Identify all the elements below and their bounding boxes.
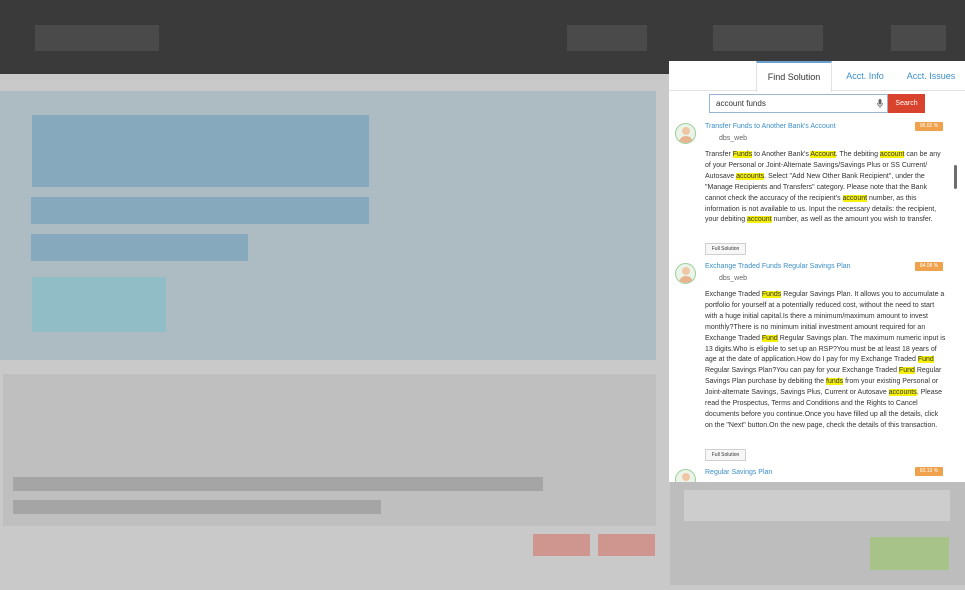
tab-find-solution[interactable]: Find Solution — [756, 61, 832, 92]
search-input[interactable] — [716, 95, 871, 112]
panel-tabs: Find Solution Acct. Info Acct. Issues — [669, 61, 965, 92]
keyword-highlight: account — [842, 194, 868, 202]
search-button[interactable]: Search — [888, 94, 925, 113]
user-avatar-icon — [675, 123, 696, 144]
side-button-placeholder — [870, 537, 949, 570]
side-section — [670, 480, 965, 585]
search-box — [709, 94, 888, 113]
keyword-highlight: funds — [826, 378, 844, 386]
user-avatar-icon — [675, 263, 696, 284]
result-source: dbs_web — [719, 135, 748, 142]
result-title-link[interactable]: Regular Savings Plan — [705, 469, 772, 476]
full-solution-button[interactable]: Full Solution — [705, 449, 746, 461]
content-line-placeholder — [13, 500, 381, 514]
score-badge: 83.13 % — [915, 467, 943, 476]
content-section — [3, 374, 656, 526]
user-avatar-icon — [675, 469, 696, 482]
keyword-highlight: Fund — [761, 334, 778, 342]
full-solution-button[interactable]: Full Solution — [705, 243, 746, 255]
action-button-placeholder — [598, 534, 655, 556]
keyword-highlight: Funds — [761, 291, 782, 298]
hero-line-placeholder — [31, 234, 248, 261]
score-badge: 84.08 % — [915, 262, 943, 271]
keyword-highlight: account — [879, 151, 905, 158]
snippet-text: Regular Savings Plan?You can pay for you… — [705, 367, 899, 375]
hero-section — [0, 91, 656, 360]
result-title-link[interactable]: Exchange Traded Funds Regular Savings Pl… — [705, 263, 851, 270]
hero-button-placeholder — [32, 277, 166, 332]
nav-placeholder-3 — [891, 25, 946, 51]
snippet-text: Exchange Traded — [705, 291, 762, 298]
mic-icon[interactable] — [877, 99, 883, 108]
side-field-placeholder — [684, 490, 950, 521]
keyword-highlight: accounts — [888, 389, 917, 397]
keyword-highlight: Funds — [732, 151, 753, 158]
hero-heading-placeholder — [32, 115, 369, 187]
nav-placeholder-2 — [713, 25, 823, 51]
snippet-text: to Another Bank's — [752, 151, 811, 158]
snippet-text: . The debiting — [835, 151, 880, 158]
nav-placeholder-1 — [567, 25, 647, 51]
snippet-text: Transfer — [705, 151, 733, 158]
tab-acct-info[interactable]: Acct. Info — [839, 61, 891, 91]
hero-line-placeholder — [31, 197, 369, 224]
keyword-highlight: Account — [810, 151, 836, 158]
score-badge: 96.02 % — [915, 122, 943, 131]
keyword-highlight: Fund — [917, 356, 934, 364]
snippet-text: number, as well as the amount you wish t… — [771, 216, 933, 224]
keyword-highlight: accounts — [736, 172, 765, 180]
result-snippet: Transfer Funds to Another Bank's Account… — [705, 150, 947, 226]
content-line-placeholder — [13, 477, 543, 491]
result-source: dbs_web — [719, 275, 748, 282]
keyword-highlight: Fund — [898, 367, 915, 375]
action-button-placeholder — [533, 534, 590, 556]
results-list: Transfer Funds to Another Bank's Account… — [669, 119, 951, 482]
app-logo-placeholder — [35, 25, 159, 51]
result-snippet: Exchange Traded Funds Regular Savings Pl… — [705, 290, 947, 432]
result-title-link[interactable]: Transfer Funds to Another Bank's Account — [705, 123, 836, 130]
tab-acct-issues[interactable]: Acct. Issues — [903, 61, 959, 91]
results-scrollbar[interactable] — [954, 165, 957, 189]
keyword-highlight: account — [747, 216, 772, 224]
solution-panel: Find Solution Acct. Info Acct. Issues Se… — [669, 61, 965, 482]
